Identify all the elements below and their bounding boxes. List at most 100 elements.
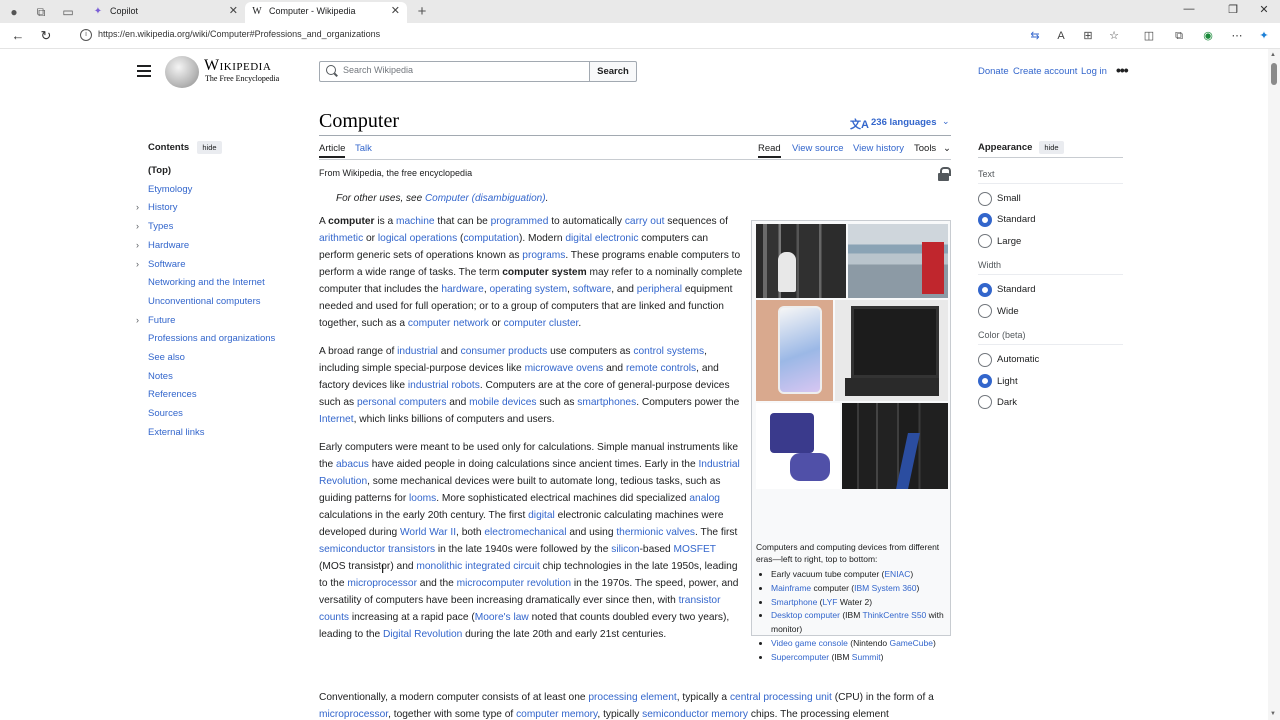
desktop-computer-image[interactable]	[835, 300, 948, 401]
link[interactable]: silicon	[611, 544, 639, 555]
profile-icon[interactable]: ●	[6, 4, 22, 20]
settings-more-icon[interactable]: ⋯	[1229, 28, 1245, 44]
radio-label[interactable]: Small	[997, 193, 1021, 204]
link[interactable]: Mainframe	[771, 583, 811, 593]
radio-label[interactable]: Automatic	[997, 354, 1039, 365]
link[interactable]: computer cluster	[504, 318, 579, 329]
translate-icon[interactable]: ⇆	[1027, 28, 1043, 44]
link[interactable]: semiconductor memory	[642, 709, 748, 720]
protection-lock-icon[interactable]	[938, 167, 951, 181]
radio-text-standard[interactable]	[978, 213, 992, 227]
tools-menu[interactable]: Tools	[914, 143, 936, 154]
link[interactable]: thermionic valves	[616, 527, 695, 538]
link[interactable]: industrial robots	[408, 380, 480, 391]
tab-actions-icon[interactable]: ▭	[60, 4, 76, 20]
link[interactable]: looms	[409, 493, 436, 504]
new-tab-icon[interactable]: +	[414, 4, 430, 20]
search-input[interactable]	[343, 65, 583, 75]
radio-text-large[interactable]	[978, 234, 992, 248]
link[interactable]: World War II	[400, 527, 456, 538]
tab-article[interactable]: Article	[319, 143, 346, 158]
search-button[interactable]: Search	[589, 61, 637, 82]
toc-item[interactable]: References	[148, 389, 197, 400]
link[interactable]: smartphones	[577, 397, 636, 408]
wikipedia-wordmark[interactable]: Wikipedia	[204, 57, 271, 75]
link[interactable]: microprocessor	[347, 578, 417, 589]
toc-item[interactable]: Unconventional computers	[148, 296, 260, 307]
link[interactable]: microcomputer revolution	[457, 578, 571, 589]
tab-wikipedia[interactable]: W Computer - Wikipedia ✕	[245, 2, 407, 23]
link[interactable]: computer memory	[516, 709, 597, 720]
link[interactable]: ENIAC	[884, 569, 910, 579]
link[interactable]: Internet	[319, 414, 354, 425]
search-box[interactable]	[319, 61, 590, 82]
link[interactable]: consumer products	[461, 346, 548, 357]
link[interactable]: control systems	[633, 346, 704, 357]
chevron-right-icon[interactable]: ›	[136, 202, 139, 212]
smartphone-image[interactable]	[756, 300, 833, 401]
radio-label[interactable]: Standard	[997, 284, 1036, 295]
supercomputer-image[interactable]	[842, 403, 948, 489]
chevron-right-icon[interactable]: ›	[136, 315, 139, 325]
link[interactable]: Smartphone	[771, 597, 817, 607]
link[interactable]: microprocessor	[319, 709, 388, 720]
link[interactable]: carry out	[625, 216, 665, 227]
link[interactable]: hardware	[441, 284, 483, 295]
chevron-right-icon[interactable]: ›	[136, 221, 139, 231]
tab-view-history[interactable]: View history	[853, 143, 904, 154]
maximize-icon[interactable]: ❐	[1224, 3, 1242, 16]
link[interactable]: microwave ovens	[525, 363, 604, 374]
tab-view-source[interactable]: View source	[792, 143, 844, 154]
disambiguation-link[interactable]: Computer (disambiguation)	[425, 193, 546, 204]
toc-item[interactable]: Types	[148, 221, 173, 232]
collections-icon[interactable]: ⧉	[1171, 28, 1187, 44]
toc-item[interactable]: Notes	[148, 371, 173, 382]
toc-item[interactable]: Networking and the Internet	[148, 277, 265, 288]
toc-item[interactable]: External links	[148, 427, 205, 438]
link[interactable]: machine	[396, 216, 435, 227]
radio-width-wide[interactable]	[978, 304, 992, 318]
donate-link[interactable]: Donate	[978, 66, 1009, 77]
radio-label[interactable]: Standard	[997, 214, 1036, 225]
close-tab-icon[interactable]: ✕	[391, 2, 400, 21]
url-field[interactable]: https://en.wikipedia.org/wiki/Computer#P…	[98, 29, 380, 39]
site-info-icon[interactable]: i	[80, 29, 92, 41]
link[interactable]: semiconductor transistors	[319, 544, 435, 555]
link[interactable]: Moore's law	[475, 612, 529, 623]
link[interactable]: industrial	[397, 346, 438, 357]
radio-label[interactable]: Large	[997, 236, 1021, 247]
app-icon[interactable]: ⊞	[1080, 28, 1096, 44]
minimize-icon[interactable]: —	[1180, 3, 1198, 15]
link[interactable]: operating system	[489, 284, 567, 295]
wikipedia-globe-logo[interactable]	[165, 56, 199, 88]
toc-item[interactable]: History	[148, 202, 178, 213]
link[interactable]: monolithic integrated circuit	[416, 561, 539, 572]
radio-label[interactable]: Light	[997, 376, 1018, 387]
link[interactable]: Supercomputer	[771, 652, 829, 662]
chevron-right-icon[interactable]: ›	[136, 240, 139, 250]
toc-item[interactable]: Future	[148, 315, 175, 326]
link[interactable]: software	[573, 284, 612, 295]
link[interactable]: programs	[522, 250, 565, 261]
link[interactable]: central processing unit	[730, 692, 832, 703]
link[interactable]: LYF	[823, 597, 838, 607]
tab-read[interactable]: Read	[758, 143, 781, 158]
link[interactable]: arithmetic	[319, 233, 363, 244]
copilot-sidebar-icon[interactable]: ✦	[1256, 28, 1272, 44]
link[interactable]: MOSFET	[674, 544, 716, 555]
link[interactable]: mobile devices	[469, 397, 536, 408]
link[interactable]: Desktop computer	[771, 610, 840, 620]
link[interactable]: processing element	[588, 692, 676, 703]
link[interactable]: peripheral	[637, 284, 682, 295]
create-account-link[interactable]: Create account	[1013, 66, 1077, 77]
link[interactable]: Video game console	[771, 638, 848, 648]
toc-item[interactable]: Etymology	[148, 184, 192, 195]
chevron-down-icon[interactable]: ⌄	[943, 143, 951, 154]
refresh-icon[interactable]: ↻	[38, 28, 54, 44]
link[interactable]: programmed	[491, 216, 549, 227]
link[interactable]: remote controls	[626, 363, 696, 374]
mainframe-image[interactable]	[848, 224, 948, 298]
link[interactable]: personal computers	[357, 397, 446, 408]
link[interactable]: abacus	[336, 459, 369, 470]
language-icon[interactable]: 文A	[850, 116, 869, 132]
